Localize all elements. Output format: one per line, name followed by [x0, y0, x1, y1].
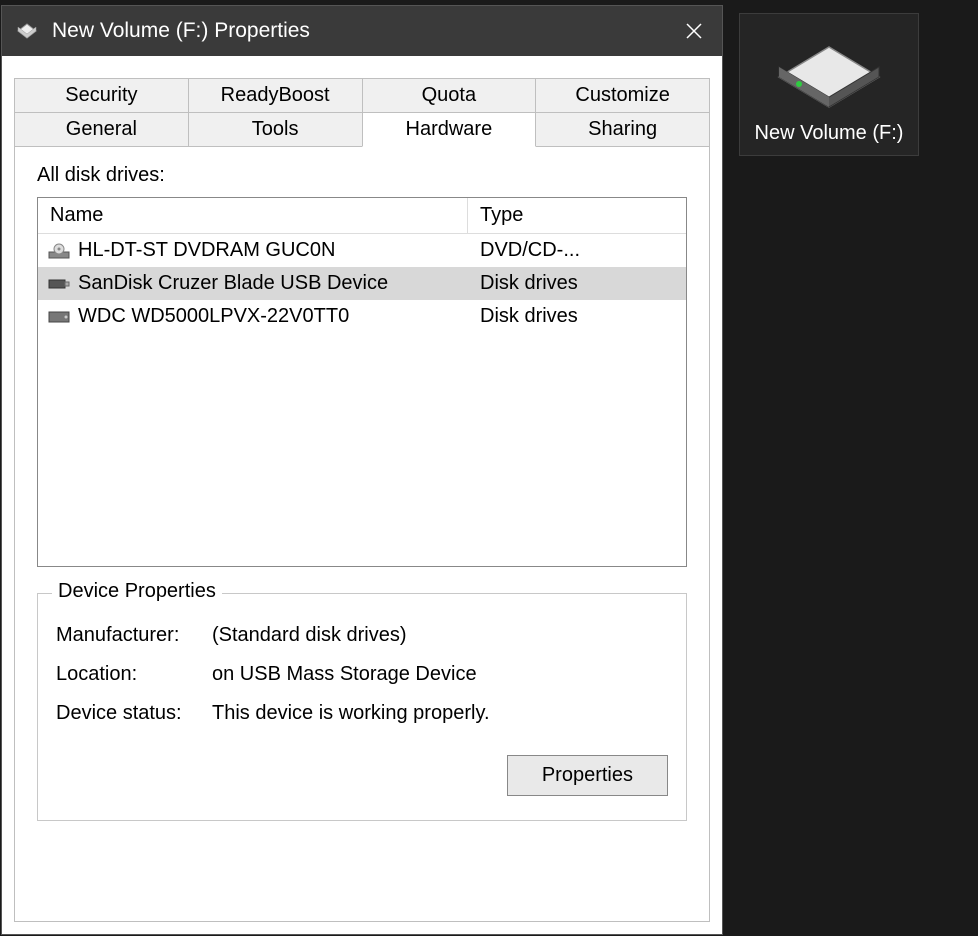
- device-properties-title: Device Properties: [52, 580, 222, 603]
- manufacturer-value: (Standard disk drives): [212, 624, 668, 647]
- tab-strip: Security ReadyBoost Quota Customize Gene…: [14, 78, 710, 147]
- properties-dialog: New Volume (F:) Properties Security Read…: [2, 6, 722, 934]
- drive-type: Disk drives: [468, 270, 686, 297]
- drive-type: Disk drives: [468, 303, 686, 330]
- all-drives-label: All disk drives:: [37, 164, 687, 187]
- usb-drive-icon: [48, 275, 70, 293]
- tab-content-hardware: All disk drives: Name Type: [14, 146, 710, 922]
- location-value: on USB Mass Storage Device: [212, 663, 668, 686]
- drive-type: DVD/CD-...: [468, 237, 686, 264]
- tab-customize[interactable]: Customize: [535, 78, 710, 113]
- tab-general[interactable]: General: [14, 112, 189, 147]
- hdd-icon: [48, 308, 70, 326]
- close-button[interactable]: [666, 6, 722, 56]
- titlebar: New Volume (F:) Properties: [2, 6, 722, 56]
- drive-icon: [16, 20, 38, 42]
- tab-tools[interactable]: Tools: [188, 112, 363, 147]
- drive-name: SanDisk Cruzer Blade USB Device: [78, 272, 388, 295]
- drive-row[interactable]: SanDisk Cruzer Blade USB Device Disk dri…: [38, 267, 686, 300]
- desktop-drive-icon[interactable]: New Volume (F:): [740, 14, 918, 155]
- dialog-body: Security ReadyBoost Quota Customize Gene…: [2, 56, 722, 934]
- tab-sharing[interactable]: Sharing: [535, 112, 710, 147]
- manufacturer-label: Manufacturer:: [56, 624, 212, 647]
- window-title: New Volume (F:) Properties: [52, 19, 310, 43]
- properties-button[interactable]: Properties: [507, 755, 668, 796]
- drive-row[interactable]: HL-DT-ST DVDRAM GUC0N DVD/CD-...: [38, 234, 686, 267]
- device-properties-group: Device Properties Manufacturer: (Standar…: [37, 593, 687, 821]
- drive-name: WDC WD5000LPVX-22V0TT0: [78, 305, 349, 328]
- tab-hardware[interactable]: Hardware: [362, 112, 537, 147]
- external-drive-icon: [769, 22, 889, 112]
- location-label: Location:: [56, 663, 212, 686]
- column-header-name[interactable]: Name: [38, 198, 468, 233]
- column-header-type[interactable]: Type: [468, 198, 686, 233]
- desktop-drive-label: New Volume (F:): [744, 122, 914, 145]
- tab-readyboost[interactable]: ReadyBoost: [188, 78, 363, 113]
- tab-security[interactable]: Security: [14, 78, 189, 113]
- drive-name: HL-DT-ST DVDRAM GUC0N: [78, 239, 335, 262]
- listview-header: Name Type: [38, 198, 686, 234]
- optical-drive-icon: [48, 242, 70, 260]
- drives-listview[interactable]: Name Type HL-DT-ST DVDRAM GUC0N: [37, 197, 687, 567]
- status-label: Device status:: [56, 702, 212, 725]
- status-value: This device is working properly.: [212, 702, 668, 725]
- tab-quota[interactable]: Quota: [362, 78, 537, 113]
- drive-row[interactable]: WDC WD5000LPVX-22V0TT0 Disk drives: [38, 300, 686, 333]
